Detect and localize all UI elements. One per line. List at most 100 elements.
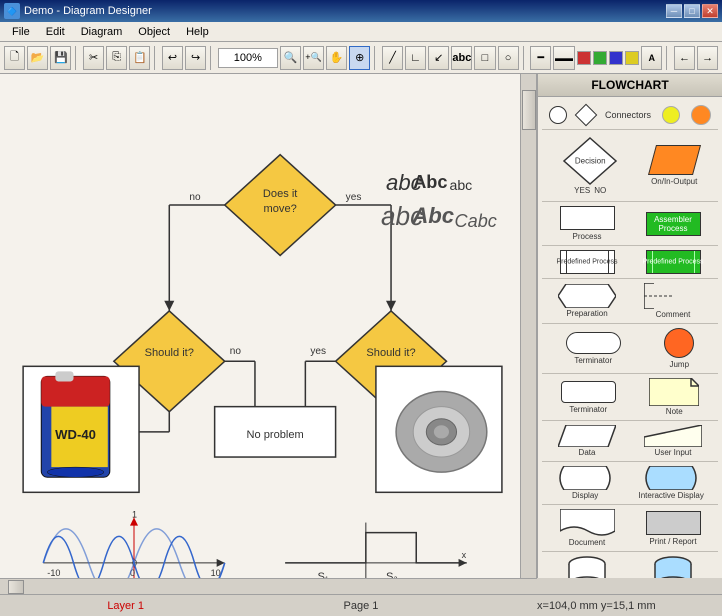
line-style-1[interactable]: ━ — [530, 46, 551, 70]
process-label: Process — [573, 232, 602, 241]
copy-button[interactable]: ⎘ — [106, 46, 127, 70]
menu-object[interactable]: Object — [130, 24, 178, 40]
ellipse-tool[interactable]: ○ — [498, 46, 519, 70]
status-bar: Layer 1 Page 1 x=104,0 mm y=15,1 mm — [0, 594, 722, 616]
note-label: Note — [666, 407, 683, 416]
jump-label: Jump — [669, 360, 689, 369]
color-3[interactable] — [609, 51, 623, 65]
menu-edit[interactable]: Edit — [38, 24, 73, 40]
color-4[interactable] — [625, 51, 639, 65]
scroll-thumb-horizontal[interactable] — [8, 580, 24, 594]
svg-text:Should it?: Should it? — [366, 347, 415, 359]
fc-note[interactable]: Note — [649, 378, 699, 416]
fc-predefined1[interactable]: Predefined Process — [560, 250, 615, 274]
zoom-in-button[interactable]: +🔍 — [303, 46, 324, 70]
separator-1 — [75, 46, 79, 70]
svg-text:WD-40: WD-40 — [55, 427, 96, 442]
panel-title: FLOWCHART — [538, 74, 722, 97]
fc-interactive[interactable]: Interactive Display — [638, 466, 703, 500]
zoom-out-button[interactable]: 🔍 — [280, 46, 301, 70]
svg-text:yes: yes — [346, 192, 362, 203]
fc-disk[interactable]: Disk — [568, 556, 606, 578]
color-2[interactable] — [593, 51, 607, 65]
fc-terminator1[interactable]: Terminator — [566, 332, 621, 365]
text-tool[interactable]: abc — [451, 46, 472, 70]
interactive-label: Interactive Display — [638, 491, 703, 500]
no-label: NO — [594, 186, 606, 195]
fc-comment[interactable]: Comment — [644, 283, 702, 319]
menu-file[interactable]: File — [4, 24, 38, 40]
fc-display[interactable]: Display — [556, 466, 614, 500]
close-button[interactable]: ✕ — [702, 4, 718, 18]
minimize-button[interactable]: ─ — [666, 4, 682, 18]
open-button[interactable]: 📂 — [27, 46, 48, 70]
line-tool[interactable]: ╱ — [382, 46, 403, 70]
vertical-scrollbar[interactable] — [520, 74, 536, 578]
fc-decision[interactable]: Decision YES NO — [563, 136, 618, 195]
panel-scroll-area[interactable]: Connectors Decision YES NO — [538, 97, 722, 578]
scroll-thumb-vertical[interactable] — [522, 90, 536, 130]
redo-button[interactable]: ↪ — [185, 46, 206, 70]
pointer-button[interactable]: ⊕ — [349, 46, 370, 70]
assembler-label: Assembler Process — [647, 215, 700, 233]
maximize-button[interactable]: □ — [684, 4, 700, 18]
svg-text:Abc: Abc — [413, 172, 447, 192]
arrow-left[interactable]: ← — [674, 46, 695, 70]
horizontal-scrollbar[interactable] — [0, 578, 537, 594]
undo-button[interactable]: ↩ — [162, 46, 183, 70]
decision-label: Decision — [575, 157, 606, 166]
paste-button[interactable]: 📋 — [129, 46, 150, 70]
userinput-label: User Input — [655, 448, 692, 457]
color-1[interactable] — [577, 51, 591, 65]
yes-label: YES — [574, 186, 590, 195]
connector-circle[interactable] — [549, 106, 567, 124]
fc-database[interactable]: Database — [654, 556, 692, 578]
new-button[interactable]: 🗋 — [4, 46, 25, 70]
fc-process[interactable]: Process — [560, 206, 615, 241]
predefined1-label: Predefined Process — [556, 259, 617, 266]
rect-tool[interactable]: □ — [474, 46, 495, 70]
curve-tool[interactable]: ↙ — [428, 46, 449, 70]
connector-orange[interactable] — [691, 105, 711, 125]
fc-preparation[interactable]: Preparation — [558, 284, 616, 318]
status-coords: x=104,0 mm y=15,1 mm — [479, 600, 714, 612]
fc-assembler[interactable]: Assembler Process — [646, 212, 701, 236]
svg-text:1: 1 — [132, 510, 137, 520]
toolbar: 🗋 📂 💾 ✂ ⎘ 📋 ↩ ↪ 🔍 +🔍 ✋ ⊕ ╱ ∟ ↙ abc □ ○ ━… — [0, 42, 722, 74]
fc-document[interactable]: Document — [560, 509, 615, 547]
data-label: Data — [579, 448, 596, 457]
hand-tool-button[interactable]: ✋ — [326, 46, 347, 70]
canvas-container[interactable]: Does it move? no yes Should it? — [0, 74, 537, 578]
fc-data[interactable]: Data — [558, 425, 616, 457]
document-label: Document — [569, 538, 605, 547]
zoom-input[interactable] — [218, 48, 278, 68]
svg-text:x: x — [462, 550, 467, 560]
fc-jump[interactable]: Jump — [664, 328, 694, 369]
title-bar-left: 🔷 Demo - Diagram Designer — [4, 3, 152, 19]
arrow-right[interactable]: → — [697, 46, 718, 70]
line-style-2[interactable]: ▬▬ — [553, 46, 574, 70]
svg-text:move?: move? — [264, 203, 297, 215]
menu-help[interactable]: Help — [178, 24, 217, 40]
svg-text:Should it?: Should it? — [145, 347, 194, 359]
save-button[interactable]: 💾 — [50, 46, 71, 70]
fc-terminator2[interactable]: Terminator — [561, 381, 616, 414]
separator-2 — [154, 46, 158, 70]
terminator2-label: Terminator — [569, 405, 607, 414]
fc-printreport[interactable]: Print / Report — [646, 511, 701, 546]
window-title: Demo - Diagram Designer — [24, 5, 152, 17]
text-format[interactable]: A — [641, 46, 662, 70]
svg-text:no: no — [230, 346, 242, 357]
window-controls[interactable]: ─ □ ✕ — [666, 4, 718, 18]
fc-io[interactable]: On/In-Output — [651, 145, 697, 186]
diagram-canvas[interactable]: Does it move? no yes Should it? — [0, 74, 520, 578]
connector-yellow[interactable] — [662, 106, 680, 124]
angle-tool[interactable]: ∟ — [405, 46, 426, 70]
fc-predefined2[interactable]: Predefined Process — [646, 250, 701, 274]
connector-diamond[interactable] — [575, 104, 598, 127]
predefined2-label: Predefined Process — [642, 259, 703, 266]
cut-button[interactable]: ✂ — [83, 46, 104, 70]
fc-userinput[interactable]: User Input — [644, 425, 702, 457]
menu-diagram[interactable]: Diagram — [73, 24, 131, 40]
display-label: Display — [572, 491, 598, 500]
